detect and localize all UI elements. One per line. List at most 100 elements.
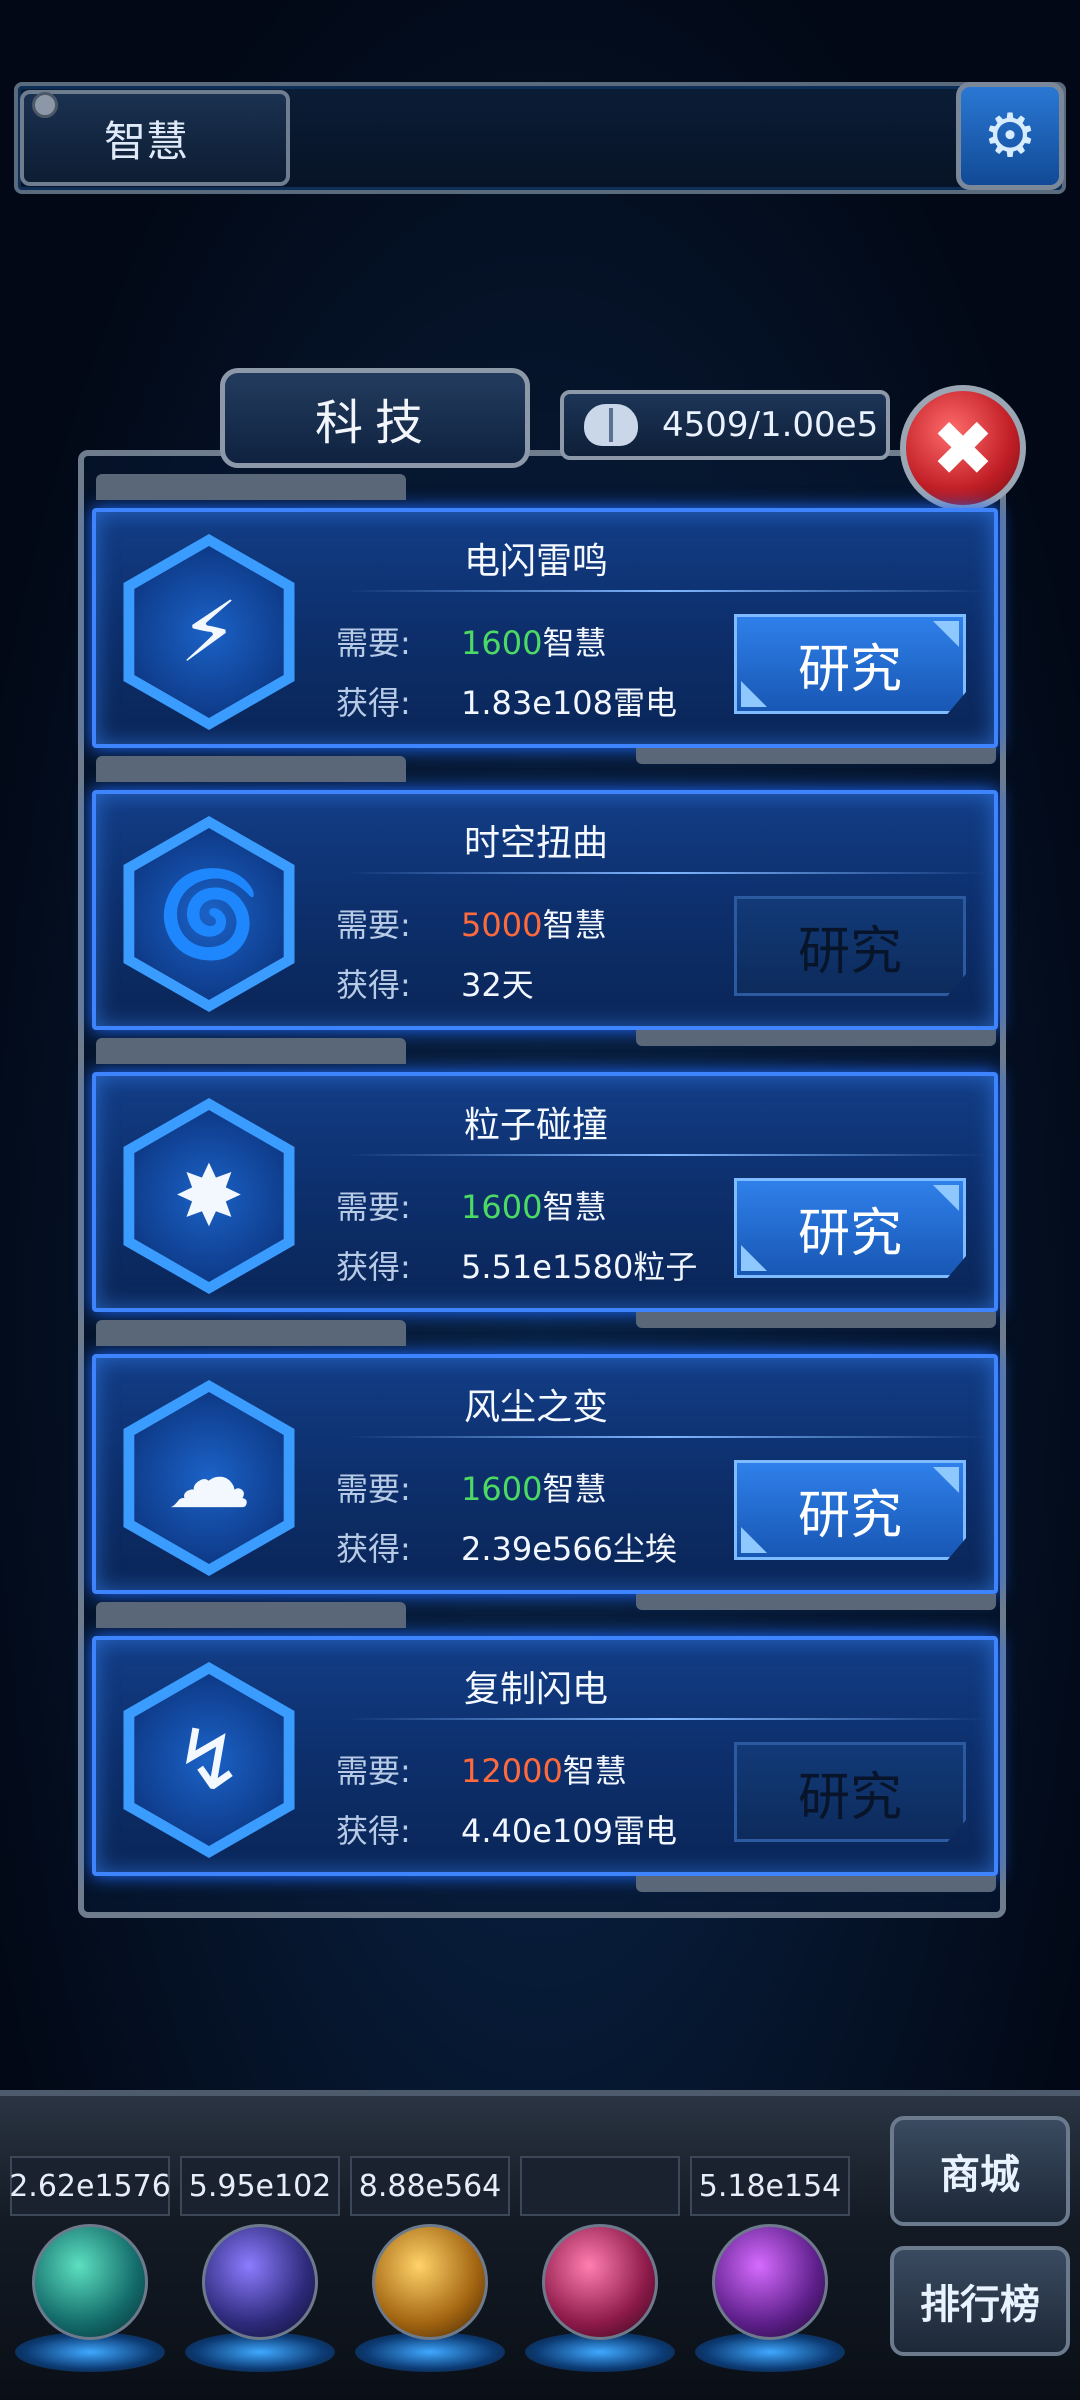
need-amount: 1600	[461, 624, 543, 662]
gain-label: 获得:	[336, 966, 411, 1004]
gear-icon: ⚙	[983, 101, 1037, 171]
research-button[interactable]: 研究	[734, 896, 966, 996]
need-unit: 智慧	[542, 906, 607, 944]
crown-orb-icon[interactable]	[542, 2224, 658, 2340]
title-divider	[346, 1718, 986, 1720]
item-title: 复制闪电	[463, 1669, 608, 1710]
panel-tab-title: 科技	[220, 368, 530, 468]
need-unit: 智慧	[562, 1752, 627, 1790]
top-bar: 智慧 ⚙	[0, 70, 1080, 210]
item-icon-frame: 🌀	[123, 816, 295, 1012]
need-value-row: 5000智慧	[461, 900, 606, 946]
close-icon: ✖	[931, 403, 995, 493]
close-button[interactable]: ✖	[900, 385, 1026, 511]
corner-accent	[741, 1245, 767, 1271]
card-bottom-decoration	[636, 1876, 996, 1892]
need-value-row: 12000智慧	[461, 1746, 627, 1792]
item-title: 风尘之变	[463, 1387, 608, 1428]
gain-label: 获得:	[336, 684, 411, 722]
title-divider	[346, 1436, 986, 1438]
dust-cloud-icon: ☁	[134, 1392, 284, 1564]
gain-value: 5.51e1580粒子	[461, 1248, 698, 1286]
research-button[interactable]: 研究	[734, 614, 966, 714]
need-amount: 5000	[461, 906, 543, 944]
particle-orb-icon[interactable]	[32, 2224, 148, 2340]
resource-value: 5.18e154	[690, 2156, 850, 2216]
research-label: 研究	[797, 1485, 902, 1546]
need-value-row: 1600智慧	[461, 1464, 606, 1510]
research-label: 研究	[797, 921, 902, 982]
gain-value: 4.40e109雷电	[461, 1812, 678, 1850]
title-divider	[346, 1154, 986, 1156]
need-unit: 智慧	[542, 1470, 607, 1508]
resource-value: 8.88e564	[350, 2156, 510, 2216]
need-unit: 智慧	[542, 624, 607, 662]
research-label: 研究	[797, 639, 902, 700]
item-icon-frame: ↯	[123, 1662, 295, 1858]
research-button[interactable]: 研究	[734, 1178, 966, 1278]
ranking-button[interactable]: 排行榜	[890, 2246, 1070, 2356]
item-title: 时空扭曲	[463, 823, 608, 864]
brain-count-value: 4509/1.00e5	[662, 405, 879, 445]
particle-explosion-icon: ✸	[134, 1110, 284, 1282]
item-icon-frame: ✸	[123, 1098, 295, 1294]
lightning-orb-icon[interactable]	[202, 2224, 318, 2340]
gain-value: 32天	[461, 966, 534, 1004]
tech-item-card: ☁ 风尘之变 需要: 1600智慧 获得: 2.39e566尘埃 研究	[92, 1320, 998, 1610]
dust-orb-icon[interactable]	[372, 2224, 488, 2340]
research-label: 研究	[797, 1767, 902, 1828]
shop-button[interactable]: 商城	[890, 2116, 1070, 2226]
card-bottom-decoration	[636, 1030, 996, 1046]
need-label: 需要:	[336, 624, 411, 662]
tech-item-card: ⚡ 电闪雷鸣 需要: 1600智慧 获得: 1.83e108雷电 研究	[92, 474, 998, 764]
card-bottom-decoration	[636, 1594, 996, 1610]
title-divider	[346, 872, 986, 874]
need-value-row: 1600智慧	[461, 618, 606, 664]
corner-accent	[933, 1185, 959, 1211]
gain-label: 获得:	[336, 1530, 411, 1568]
vortex-orb-icon[interactable]	[712, 2224, 828, 2340]
item-title: 电闪雷鸣	[463, 541, 608, 582]
lightning-icon: ⚡	[134, 546, 284, 718]
shop-label: 商城	[940, 2152, 1020, 2198]
need-label: 需要:	[336, 1470, 411, 1508]
resource-value: 2.62e1576	[9, 2156, 171, 2216]
card-tab-decoration	[96, 1602, 406, 1628]
card-tab-decoration	[96, 474, 406, 500]
resource-bar: 2.62e1576 5.95e102 8.88e564 5.18e154 商城 排行榜	[0, 2090, 1080, 2400]
research-button[interactable]: 研究	[734, 1742, 966, 1842]
corner-accent	[933, 1467, 959, 1493]
tech-item-card: ↯ 复制闪电 需要: 12000智慧 获得: 4.40e109雷电 研究	[92, 1602, 998, 1892]
resource-value: 5.95e102	[180, 2156, 340, 2216]
gain-value: 1.83e108雷电	[461, 684, 678, 722]
page-title-text: 智慧	[104, 116, 189, 166]
settings-button[interactable]: ⚙	[956, 82, 1064, 190]
card-tab-decoration	[96, 756, 406, 782]
brain-icon	[584, 404, 638, 446]
need-value-row: 1600智慧	[461, 1182, 606, 1228]
gain-label: 获得:	[336, 1248, 411, 1286]
item-icon-frame: ⚡	[123, 534, 295, 730]
tech-item-card: ✸ 粒子碰撞 需要: 1600智慧 获得: 5.51e1580粒子 研究	[92, 1038, 998, 1328]
resource-value	[520, 2156, 680, 2216]
gain-label: 获得:	[336, 1812, 411, 1850]
brain-counter: 4509/1.00e5	[560, 390, 890, 460]
tech-item-card: 🌀 时空扭曲 需要: 5000智慧 获得: 32天 研究	[92, 756, 998, 1046]
need-amount: 12000	[461, 1752, 563, 1790]
vortex-icon: 🌀	[134, 828, 284, 1000]
research-button[interactable]: 研究	[734, 1460, 966, 1560]
card-bottom-decoration	[636, 1312, 996, 1328]
card-bottom-decoration	[636, 748, 996, 764]
panel-title-text: 科技	[314, 395, 435, 451]
need-label: 需要:	[336, 906, 411, 944]
need-amount: 1600	[461, 1188, 543, 1226]
ranking-label: 排行榜	[920, 2282, 1040, 2328]
card-tab-decoration	[96, 1320, 406, 1346]
need-unit: 智慧	[542, 1188, 607, 1226]
page-title: 智慧	[20, 90, 290, 186]
need-label: 需要:	[336, 1188, 411, 1226]
need-label: 需要:	[336, 1752, 411, 1790]
corner-accent	[933, 621, 959, 647]
card-tab-decoration	[96, 1038, 406, 1064]
screw-icon	[32, 92, 58, 118]
